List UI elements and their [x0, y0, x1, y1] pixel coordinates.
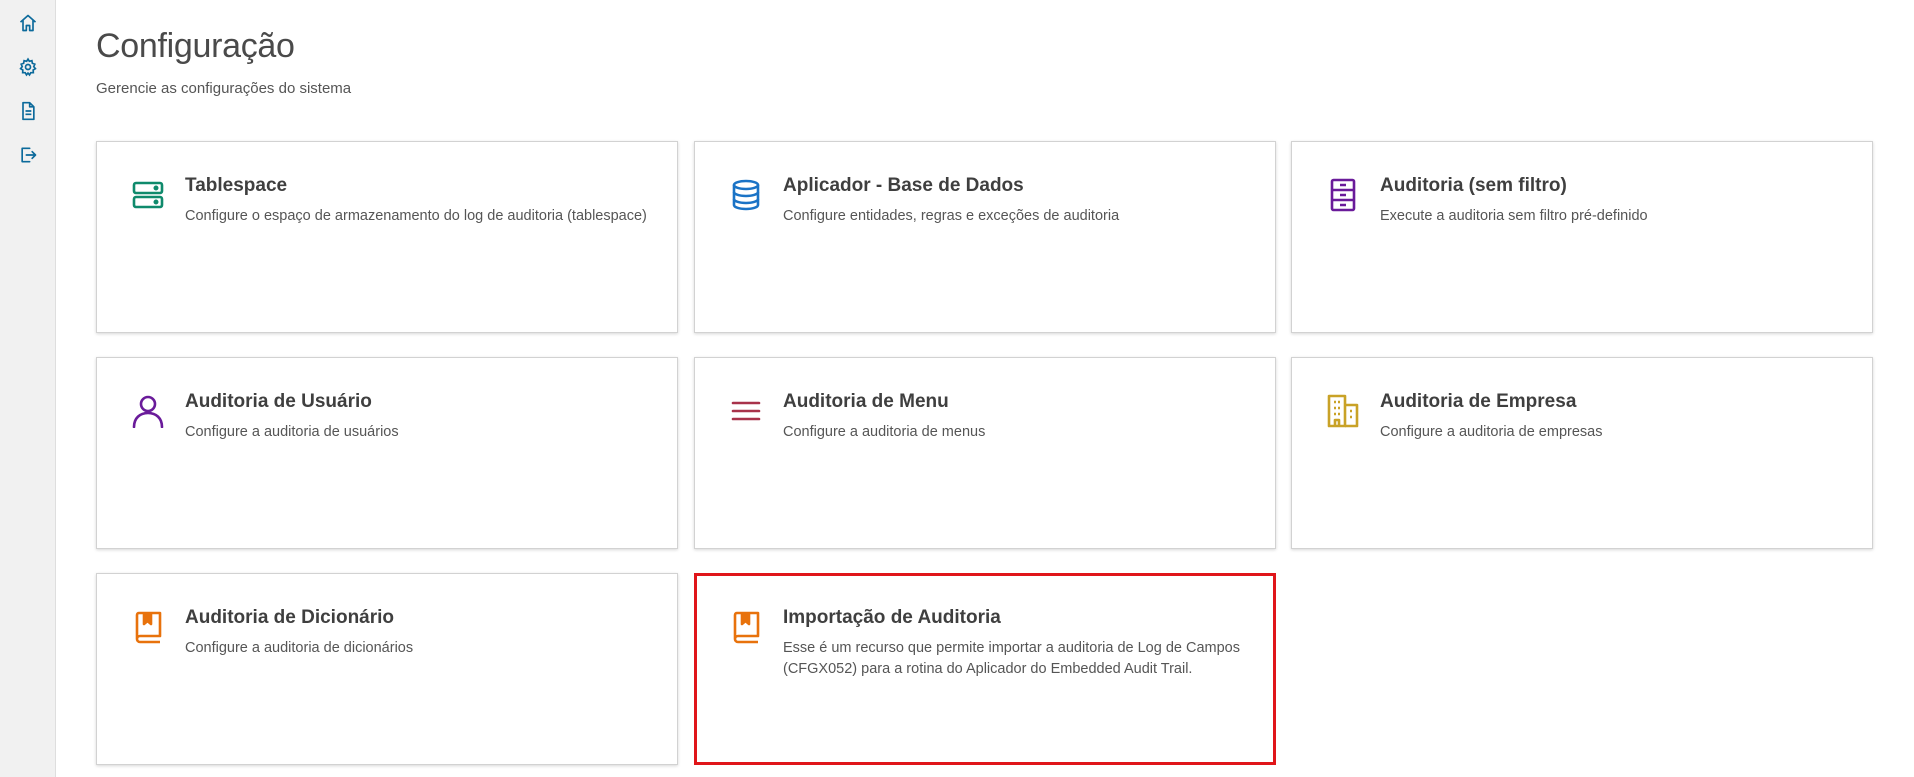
card-title: Auditoria de Menu: [783, 391, 949, 412]
card-auditoria-sem-filtro[interactable]: Auditoria (sem filtro) Execute a auditor…: [1291, 141, 1873, 333]
home-icon[interactable]: [14, 9, 42, 37]
card-description: Esse é um recurso que permite importar a…: [783, 640, 1240, 677]
card-auditoria-de-empresa[interactable]: Auditoria de Empresa Configure a auditor…: [1291, 357, 1873, 549]
database-icon: [729, 178, 763, 212]
book-icon: [729, 610, 763, 644]
card-title: Aplicador - Base de Dados: [783, 175, 1024, 196]
card-title: Auditoria de Dicionário: [185, 607, 395, 628]
logout-icon[interactable]: [14, 141, 42, 169]
gear-icon[interactable]: [14, 53, 42, 81]
card-title: Auditoria (sem filtro): [1380, 175, 1567, 196]
server-icon: [131, 178, 165, 212]
card-aplicador-base-de-dados[interactable]: Aplicador - Base de Dados Configure enti…: [694, 141, 1276, 333]
card-title: Importação de Auditoria: [783, 607, 1001, 628]
card-description: Configure o espaço de armazenamento do l…: [185, 208, 647, 224]
card-title: Auditoria de Usuário: [185, 391, 372, 412]
card-description: Execute a auditoria sem filtro pré-defin…: [1380, 208, 1648, 224]
book-icon: [131, 610, 165, 644]
file-cabinet-icon: [1326, 178, 1360, 212]
card-description: Configure a auditoria de empresas: [1380, 424, 1603, 440]
card-importacao-de-auditoria[interactable]: Importação de Auditoria Esse é um recurs…: [694, 573, 1276, 765]
card-auditoria-de-menu[interactable]: Auditoria de Menu Configure a auditoria …: [694, 357, 1276, 549]
card-auditoria-de-dicionario[interactable]: Auditoria de Dicionário Configure a audi…: [96, 573, 678, 765]
page-subtitle: Gerencie as configurações do sistema: [96, 80, 352, 97]
sidebar: [0, 0, 56, 777]
page-title: Configuração: [96, 27, 295, 65]
card-title: Tablespace: [185, 175, 288, 196]
card-description: Configure a auditoria de dicionários: [185, 640, 414, 656]
user-icon: [131, 394, 165, 428]
card-description: Configure a auditoria de menus: [783, 424, 986, 440]
menu-icon: [729, 394, 763, 428]
card-tablespace[interactable]: Tablespace Configure o espaço de armazen…: [96, 141, 678, 333]
card-description: Configure entidades, regras e exceções d…: [783, 208, 1120, 224]
document-icon[interactable]: [14, 97, 42, 125]
card-description: Configure a auditoria de usuários: [185, 424, 399, 440]
card-title: Auditoria de Empresa: [1380, 391, 1577, 412]
building-icon: [1326, 394, 1360, 428]
card-auditoria-de-usuario[interactable]: Auditoria de Usuário Configure a auditor…: [96, 357, 678, 549]
